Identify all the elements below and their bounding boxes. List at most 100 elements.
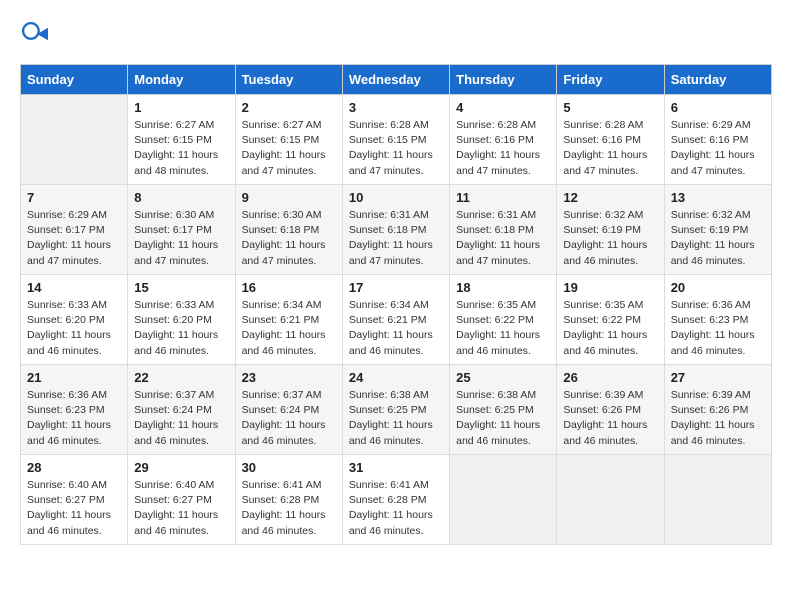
day-number: 12 — [563, 190, 657, 205]
cell-info: Sunrise: 6:27 AMSunset: 6:15 PMDaylight:… — [134, 118, 228, 179]
calendar-cell: 1Sunrise: 6:27 AMSunset: 6:15 PMDaylight… — [128, 95, 235, 185]
calendar-week-row: 7 Sunrise: 6:29 AMSunset: 6:17 PMDaylight… — [21, 185, 772, 275]
day-number: 4 — [456, 100, 550, 115]
calendar-cell: 9 Sunrise: 6:30 AMSunset: 6:18 PMDaylight… — [235, 185, 342, 275]
calendar-table: SundayMondayTuesdayWednesdayThursdayFrid… — [20, 64, 772, 545]
calendar-week-row: 14 Sunrise: 6:33 AMSunset: 6:20 PMDayligh… — [21, 275, 772, 365]
calendar-cell — [557, 455, 664, 545]
calendar-cell: 13Sunrise: 6:32 AMSunset: 6:19 PMDayligh… — [664, 185, 771, 275]
day-number: 6 — [671, 100, 765, 115]
cell-info: Sunrise: 6:30 AMSunset: 6:18 PMDaylight:… — [242, 208, 336, 269]
header-cell-friday: Friday — [557, 65, 664, 95]
cell-info: Sunrise: 6:29 AMSunset: 6:17 PMDaylight:… — [27, 208, 121, 269]
page-header — [20, 20, 772, 48]
day-number: 20 — [671, 280, 765, 295]
calendar-cell: 21Sunrise: 6:36 AMSunset: 6:23 PMDayligh… — [21, 365, 128, 455]
cell-info: Sunrise: 6:32 AMSunset: 6:19 PMDaylight:… — [563, 208, 657, 269]
calendar-cell: 26 Sunrise: 6:39 AMSunset: 6:26 PMDayligh… — [557, 365, 664, 455]
cell-info: Sunrise: 6:39 AMSunset: 6:26 PMDaylight:… — [563, 388, 657, 449]
day-number: 31 — [349, 460, 443, 475]
logo-icon — [20, 20, 48, 48]
day-number: 16 — [242, 280, 336, 295]
day-number: 27 — [671, 370, 765, 385]
calendar-cell: 14 Sunrise: 6:33 AMSunset: 6:20 PMDayligh… — [21, 275, 128, 365]
day-number: 23 — [242, 370, 336, 385]
cell-info: Sunrise: 6:37 AMSunset: 6:24 PMDaylight:… — [134, 388, 228, 449]
cell-info: Sunrise: 6:38 AMSunset: 6:25 PMDaylight:… — [349, 388, 443, 449]
calendar-cell: 18Sunrise: 6:35 AMSunset: 6:22 PMDayligh… — [450, 275, 557, 365]
calendar-cell: 7 Sunrise: 6:29 AMSunset: 6:17 PMDaylight… — [21, 185, 128, 275]
calendar-cell: 24 Sunrise: 6:38 AMSunset: 6:25 PMDayligh… — [342, 365, 449, 455]
day-number: 15 — [134, 280, 228, 295]
calendar-week-row: 1Sunrise: 6:27 AMSunset: 6:15 PMDaylight… — [21, 95, 772, 185]
calendar-cell: 10 Sunrise: 6:31 AMSunset: 6:18 PMDayligh… — [342, 185, 449, 275]
header-cell-tuesday: Tuesday — [235, 65, 342, 95]
cell-info: Sunrise: 6:36 AMSunset: 6:23 PMDaylight:… — [671, 298, 765, 359]
cell-info: Sunrise: 6:40 AMSunset: 6:27 PMDaylight:… — [27, 478, 121, 539]
cell-info: Sunrise: 6:39 AMSunset: 6:26 PMDaylight:… — [671, 388, 765, 449]
header-cell-monday: Monday — [128, 65, 235, 95]
cell-info: Sunrise: 6:35 AMSunset: 6:22 PMDaylight:… — [563, 298, 657, 359]
cell-info: Sunrise: 6:28 AMSunset: 6:16 PMDaylight:… — [456, 118, 550, 179]
cell-info: Sunrise: 6:37 AMSunset: 6:24 PMDaylight:… — [242, 388, 336, 449]
day-number: 17 — [349, 280, 443, 295]
cell-info: Sunrise: 6:36 AMSunset: 6:23 PMDaylight:… — [27, 388, 121, 449]
calendar-cell: 29 Sunrise: 6:40 AMSunset: 6:27 PMDayligh… — [128, 455, 235, 545]
calendar-cell: 28 Sunrise: 6:40 AMSunset: 6:27 PMDayligh… — [21, 455, 128, 545]
calendar-cell: 20 Sunrise: 6:36 AMSunset: 6:23 PMDayligh… — [664, 275, 771, 365]
day-number: 28 — [27, 460, 121, 475]
header-cell-sunday: Sunday — [21, 65, 128, 95]
calendar-cell: 27 Sunrise: 6:39 AMSunset: 6:26 PMDayligh… — [664, 365, 771, 455]
calendar-cell: 16 Sunrise: 6:34 AMSunset: 6:21 PMDayligh… — [235, 275, 342, 365]
cell-info: Sunrise: 6:31 AMSunset: 6:18 PMDaylight:… — [349, 208, 443, 269]
cell-info: Sunrise: 6:33 AMSunset: 6:20 PMDaylight:… — [134, 298, 228, 359]
cell-info: Sunrise: 6:32 AMSunset: 6:19 PMDaylight:… — [671, 208, 765, 269]
calendar-cell: 11 Sunrise: 6:31 AMSunset: 6:18 PMDayligh… — [450, 185, 557, 275]
day-number: 9 — [242, 190, 336, 205]
logo — [20, 20, 52, 48]
day-number: 8 — [134, 190, 228, 205]
cell-info: Sunrise: 6:40 AMSunset: 6:27 PMDaylight:… — [134, 478, 228, 539]
day-number: 22 — [134, 370, 228, 385]
day-number: 7 — [27, 190, 121, 205]
cell-info: Sunrise: 6:31 AMSunset: 6:18 PMDaylight:… — [456, 208, 550, 269]
cell-info: Sunrise: 6:38 AMSunset: 6:25 PMDaylight:… — [456, 388, 550, 449]
day-number: 3 — [349, 100, 443, 115]
cell-info: Sunrise: 6:28 AMSunset: 6:16 PMDaylight:… — [563, 118, 657, 179]
calendar-cell: 25Sunrise: 6:38 AMSunset: 6:25 PMDayligh… — [450, 365, 557, 455]
calendar-header-row: SundayMondayTuesdayWednesdayThursdayFrid… — [21, 65, 772, 95]
calendar-cell: 19 Sunrise: 6:35 AMSunset: 6:22 PMDayligh… — [557, 275, 664, 365]
day-number: 14 — [27, 280, 121, 295]
calendar-cell: 12 Sunrise: 6:32 AMSunset: 6:19 PMDayligh… — [557, 185, 664, 275]
calendar-week-row: 21Sunrise: 6:36 AMSunset: 6:23 PMDayligh… — [21, 365, 772, 455]
calendar-cell: 23 Sunrise: 6:37 AMSunset: 6:24 PMDayligh… — [235, 365, 342, 455]
calendar-cell: 8 Sunrise: 6:30 AMSunset: 6:17 PMDaylight… — [128, 185, 235, 275]
cell-info: Sunrise: 6:34 AMSunset: 6:21 PMDaylight:… — [349, 298, 443, 359]
calendar-cell: 31 Sunrise: 6:41 AMSunset: 6:28 PMDayligh… — [342, 455, 449, 545]
header-cell-wednesday: Wednesday — [342, 65, 449, 95]
day-number: 29 — [134, 460, 228, 475]
calendar-week-row: 28 Sunrise: 6:40 AMSunset: 6:27 PMDayligh… — [21, 455, 772, 545]
cell-info: Sunrise: 6:41 AMSunset: 6:28 PMDaylight:… — [242, 478, 336, 539]
calendar-cell: 2 Sunrise: 6:27 AMSunset: 6:15 PMDaylight… — [235, 95, 342, 185]
cell-info: Sunrise: 6:41 AMSunset: 6:28 PMDaylight:… — [349, 478, 443, 539]
cell-info: Sunrise: 6:35 AMSunset: 6:22 PMDaylight:… — [456, 298, 550, 359]
cell-info: Sunrise: 6:29 AMSunset: 6:16 PMDaylight:… — [671, 118, 765, 179]
calendar-cell: 4 Sunrise: 6:28 AMSunset: 6:16 PMDaylight… — [450, 95, 557, 185]
day-number: 2 — [242, 100, 336, 115]
calendar-cell: 30Sunrise: 6:41 AMSunset: 6:28 PMDayligh… — [235, 455, 342, 545]
day-number: 19 — [563, 280, 657, 295]
cell-info: Sunrise: 6:33 AMSunset: 6:20 PMDaylight:… — [27, 298, 121, 359]
day-number: 11 — [456, 190, 550, 205]
cell-info: Sunrise: 6:30 AMSunset: 6:17 PMDaylight:… — [134, 208, 228, 269]
day-number: 10 — [349, 190, 443, 205]
calendar-cell: 3 Sunrise: 6:28 AMSunset: 6:15 PMDaylight… — [342, 95, 449, 185]
cell-info: Sunrise: 6:34 AMSunset: 6:21 PMDaylight:… — [242, 298, 336, 359]
day-number: 26 — [563, 370, 657, 385]
calendar-cell: 5Sunrise: 6:28 AMSunset: 6:16 PMDaylight… — [557, 95, 664, 185]
cell-info: Sunrise: 6:28 AMSunset: 6:15 PMDaylight:… — [349, 118, 443, 179]
day-number: 24 — [349, 370, 443, 385]
calendar-cell: 15 Sunrise: 6:33 AMSunset: 6:20 PMDayligh… — [128, 275, 235, 365]
calendar-cell: 17 Sunrise: 6:34 AMSunset: 6:21 PMDayligh… — [342, 275, 449, 365]
cell-info: Sunrise: 6:27 AMSunset: 6:15 PMDaylight:… — [242, 118, 336, 179]
